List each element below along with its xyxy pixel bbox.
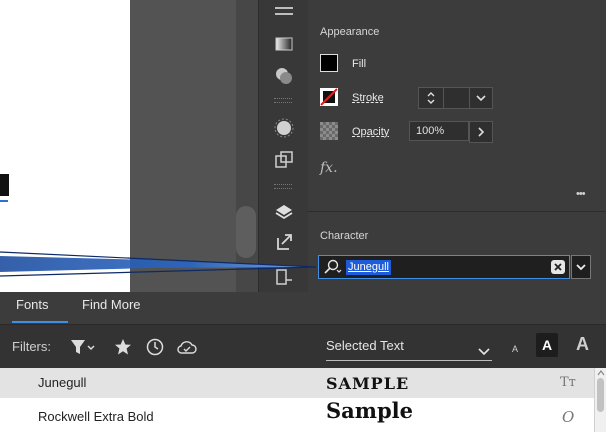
activated-fonts-cloud-icon[interactable] [176,338,198,361]
sample-text-select[interactable]: Selected Text [326,338,404,353]
clear-icon[interactable] [551,260,565,274]
artwork-underline-fragment [0,200,8,202]
section-divider [308,211,606,212]
opentype-icon: O [562,408,575,426]
recently-added-clock-icon[interactable] [146,338,164,361]
properties-panel: Appearance Fill Stroke Opacity 100% fx. … [308,0,606,292]
font-sample: Sample [326,398,414,423]
filter-classification-icon[interactable] [70,339,96,360]
artwork-letter-fragment [0,174,9,196]
font-name: Rockwell Extra Bold [38,409,154,424]
appearance-icon[interactable] [259,114,308,142]
layers-icon[interactable] [259,198,308,226]
tab-fonts[interactable]: Fonts [16,297,49,312]
gradient-icon[interactable] [259,30,308,58]
callout-pointer [0,251,316,277]
font-name: Junegull [38,375,87,390]
stroke-swatch[interactable] [320,88,338,106]
font-list-scroll-thumb[interactable] [597,378,604,412]
character-section-title: Character [320,230,369,242]
sample-size-medium-button[interactable]: A [536,333,558,357]
opacity-expand-button[interactable] [469,121,493,143]
stroke-label[interactable]: Stroke [352,92,384,104]
active-tab-indicator [12,321,68,323]
grip-handle[interactable] [274,184,292,189]
truetype-icon: Tт [560,375,576,390]
appearance-section-title: Appearance [320,26,380,38]
font-family-value: Junegull [346,260,391,275]
font-list-scrollbar[interactable] [594,368,606,432]
sample-size-large-button[interactable]: A [576,334,589,355]
sample-size-medium-label: A [542,337,553,353]
more-options-icon[interactable]: ••• [576,188,586,200]
sample-size-small-button[interactable]: A [512,344,518,354]
menu-icon[interactable] [259,0,308,22]
fill-label: Fill [352,58,367,70]
font-search-icon[interactable] [323,259,343,280]
font-family-dropdown[interactable] [571,255,591,279]
font-list-row[interactable]: Junegull SAMPLE Tт [0,368,606,398]
filters-label: Filters: [12,339,51,354]
font-list-row[interactable]: Rockwell Extra Bold Sample O [0,398,606,432]
select-underline [326,360,492,361]
transparency-icon[interactable] [259,62,308,90]
fx-effects-button[interactable]: fx. [320,160,338,176]
favorites-star-icon[interactable] [114,338,132,361]
stroke-weight-dropdown[interactable] [469,87,493,109]
font-sample: SAMPLE [326,374,410,393]
tab-find-more[interactable]: Find More [82,297,141,312]
opacity-icon[interactable] [320,122,338,140]
opacity-label[interactable]: Opacity [352,126,389,138]
grip-handle[interactable] [274,98,292,103]
stroke-weight-stepper[interactable] [418,87,444,109]
stroke-weight-input[interactable] [443,87,471,109]
chevron-down-icon[interactable] [478,343,490,361]
opacity-value: 100% [416,125,445,137]
font-family-input[interactable]: Junegull [318,255,570,279]
fill-swatch[interactable] [320,54,338,72]
opacity-input[interactable]: 100% [409,121,469,141]
artboards-icon[interactable] [259,146,308,174]
font-filter-bar: Filters: Selected Text A A A [0,324,606,369]
